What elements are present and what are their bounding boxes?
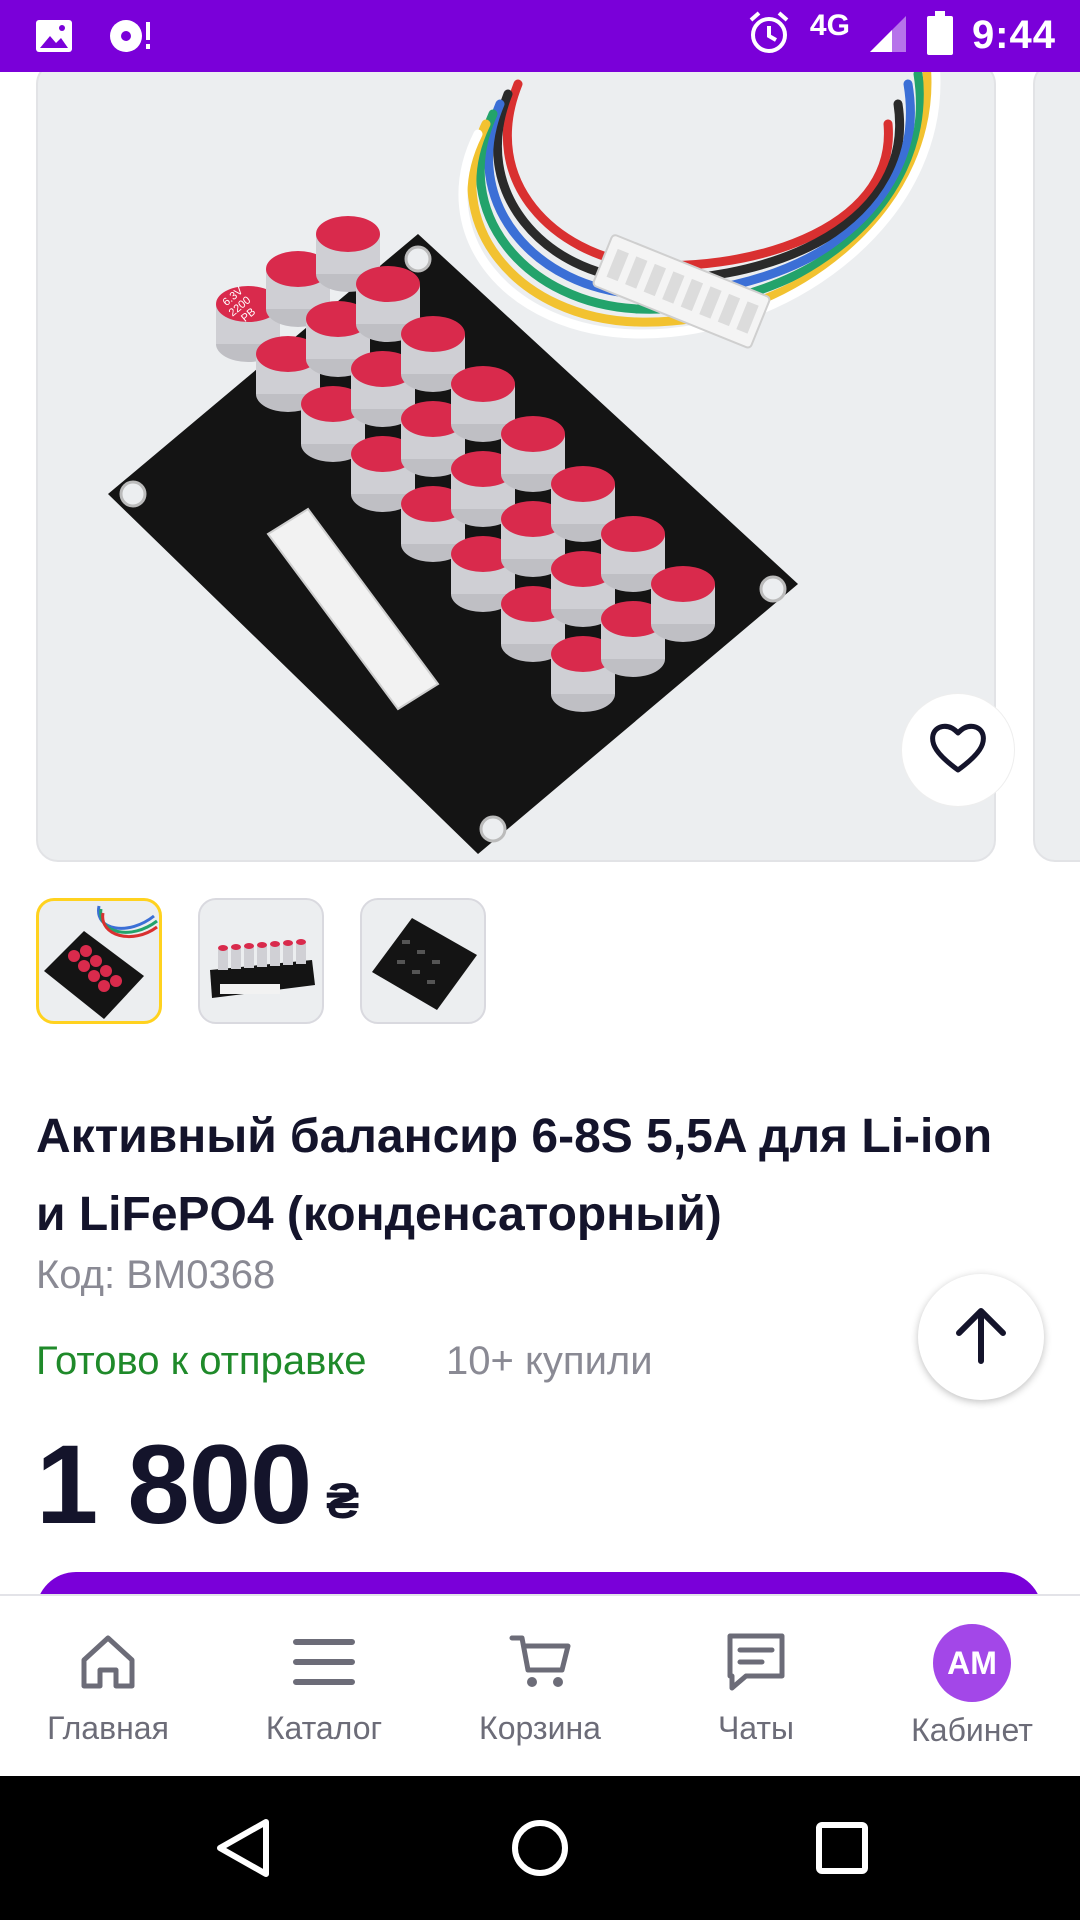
next-product-image[interactable]	[1033, 72, 1080, 862]
thumbnail-strip	[36, 898, 486, 1024]
recents-icon[interactable]	[814, 1816, 870, 1885]
favorite-button[interactable]	[902, 694, 1014, 806]
heart-icon	[928, 720, 988, 781]
back-icon[interactable]	[214, 1816, 272, 1885]
network-type: 4G	[809, 8, 850, 42]
nav-label-account: Кабинет	[911, 1712, 1033, 1748]
product-title: Активный балансир 6-8S 5,5A для Li-ion и…	[36, 1110, 993, 1241]
menu-icon	[292, 1630, 356, 1699]
availability-status: Готово к отправке	[36, 1339, 367, 1383]
nav-label-chats: Чаты	[717, 1710, 795, 1746]
nav-item-catalog[interactable]: Каталог	[216, 1596, 432, 1778]
nav-label-catalog: Каталог	[265, 1710, 383, 1746]
product-main-image[interactable]: 6.3V 2200 PB	[36, 72, 996, 862]
avatar-initials: AM	[933, 1624, 1011, 1702]
nav-item-cart[interactable]: Корзина	[432, 1596, 648, 1778]
arrow-up-icon	[953, 1305, 1009, 1370]
bottom-navigation: Главная Каталог Корзина Чаты AM Кабинет	[0, 1594, 1080, 1776]
thumbnail-2[interactable]	[198, 898, 324, 1024]
product-gallery[interactable]: 6.3V 2200 PB	[0, 72, 1080, 862]
home-circle-icon[interactable]	[510, 1816, 570, 1885]
alarm-icon	[746, 10, 792, 61]
signal-icon	[868, 12, 908, 59]
product-code: Код: BM0368	[36, 1253, 276, 1297]
cart-icon	[508, 1630, 572, 1699]
system-navigation-bar	[0, 1776, 1080, 1920]
nav-label-home: Главная	[47, 1710, 169, 1746]
clock: 9:44	[971, 13, 1056, 57]
battery-icon	[926, 10, 954, 61]
avatar: AM	[933, 1624, 1011, 1702]
image-notification-icon	[34, 16, 74, 61]
nav-label-cart: Корзина	[479, 1710, 601, 1746]
media-notification-icon	[108, 16, 156, 61]
status-bar: 4G 9:44	[0, 0, 1080, 72]
nav-item-account[interactable]: AM Кабинет	[864, 1596, 1080, 1778]
currency-symbol: ₴	[326, 1473, 360, 1529]
scroll-to-top-button[interactable]	[918, 1274, 1044, 1400]
thumbnail-3[interactable]	[360, 898, 486, 1024]
home-icon	[76, 1630, 140, 1699]
chat-icon	[724, 1630, 788, 1699]
sold-count: 10+ купили	[446, 1339, 653, 1383]
nav-item-chats[interactable]: Чаты	[648, 1596, 864, 1778]
thumbnail-1[interactable]	[36, 898, 162, 1024]
nav-item-home[interactable]: Главная	[0, 1596, 216, 1778]
product-price: 1 800	[36, 1422, 312, 1547]
